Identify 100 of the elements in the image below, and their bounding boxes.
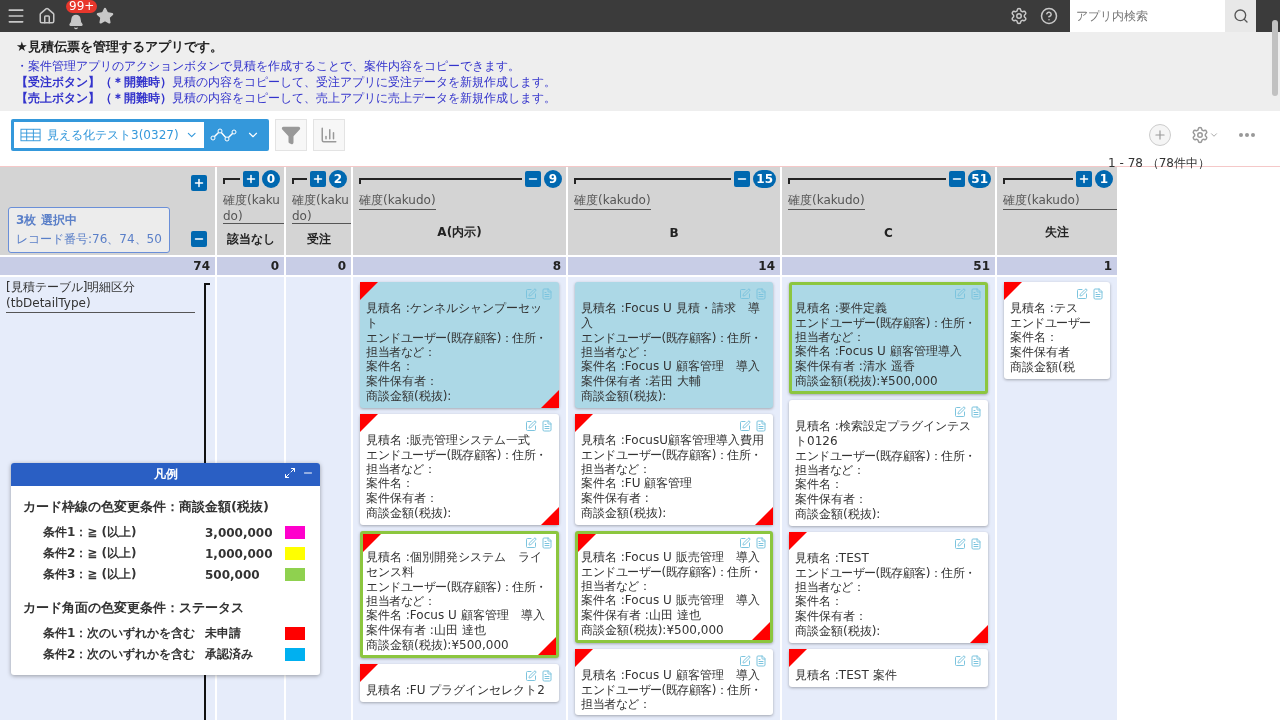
legend-condition: 条件2：≧ (以上) (43, 545, 138, 562)
settings-button[interactable] (1191, 126, 1219, 144)
document-icon[interactable] (755, 537, 767, 549)
record-card[interactable]: 見積名 :テス エンドユーザー 案件名： 案件保有者 商談金額(税 (1004, 282, 1110, 379)
project-field: 案件名： (366, 476, 553, 491)
edit-icon[interactable] (525, 670, 537, 682)
field-label: 確度(kakudo) (1003, 192, 1117, 210)
card-title: 見積名 :TEST 案件 (795, 668, 898, 683)
record-card[interactable]: 見積名 :個別開発システム ライセンス料 エンドユーザー(既存顧客)：住所・担当者など： 案件名 :Focus U 顧客管理 導入 案件保有者 :山田 達也 商談金額(税抜):¥500,000 (360, 531, 559, 658)
owner-field: 案件保有者： (366, 491, 553, 506)
record-card[interactable]: 見積名 :ケンネルシャンプーセット エンドユーザー(既存顧客)：住所・担当者など： 案件名： 案件保有者： 商談金額(税抜): (360, 282, 559, 408)
record-card[interactable]: 見積名 :Focus U 販売管理 導入 エンドユーザー(既存顧客)：住所・担当者など： 案件名 :Focus U 販売管理 導入 案件保有者 :山田 達也 商談金額(税抜):¥500,000 (575, 531, 773, 643)
chart-button[interactable] (313, 119, 345, 151)
project-field: 案件名： (795, 477, 982, 492)
record-card[interactable]: 見積名 :TEST エンドユーザー(既存顧客)：住所・担当者など： 案件名： 案件保有者： 商談金額(税抜): (789, 532, 988, 643)
amount-field: 商談金額(税抜):¥500,000 (581, 623, 767, 638)
document-icon[interactable] (755, 420, 767, 432)
amount-field: 商談金額(税抜): (795, 507, 982, 522)
record-card[interactable]: 見積名 :要件定義 エンドユーザー(既存顧客)：住所・担当者など： 案件名 :Focus U 顧客管理導入 案件保有者 :清水 遥香 商談金額(税抜):¥500,000 (789, 282, 988, 394)
bar-chart-icon (320, 126, 338, 144)
row-label: [見積テーブル]明細区分(tbDetailType) (6, 279, 195, 313)
plus-icon (312, 173, 324, 185)
edit-icon[interactable] (739, 288, 751, 300)
project-field: 案件名 :Focus U 顧客管理 導入 (366, 608, 553, 623)
record-card[interactable]: 見積名 :TEST 案件 (789, 649, 988, 687)
home-icon[interactable] (38, 7, 56, 25)
document-icon[interactable] (970, 288, 982, 300)
document-icon[interactable] (541, 670, 553, 682)
search-button[interactable] (1225, 0, 1256, 32)
edit-icon[interactable] (954, 288, 966, 300)
document-icon[interactable] (541, 537, 553, 549)
column-value: B (668, 225, 680, 240)
card-title: 見積名 :FocusU顧客管理導入費用 (581, 433, 765, 448)
count-badge: 1 (1095, 170, 1113, 188)
gear-icon (1191, 126, 1209, 144)
field-label: 確度(kakudo) (359, 192, 436, 210)
edit-icon[interactable] (954, 655, 966, 667)
collapse-button[interactable] (191, 231, 207, 247)
plus-icon (1153, 128, 1167, 142)
selection-box[interactable]: 3枚 選択中 レコード番号:76、74、50 (8, 207, 170, 253)
column-total: 0 (217, 257, 284, 275)
expand-button[interactable] (310, 171, 326, 187)
record-card[interactable]: 見積名 :検索設定プラグインテスト0126 エンドユーザー(既存顧客)：住所・担当者など： 案件名： 案件保有者： 商談金額(税抜): (789, 400, 988, 526)
menu-icon[interactable] (6, 6, 26, 26)
help-icon[interactable] (1040, 7, 1058, 25)
document-icon[interactable] (970, 406, 982, 418)
settings-icon[interactable] (1010, 7, 1028, 25)
edit-icon[interactable] (525, 420, 537, 432)
record-card[interactable]: 見積名 :Focus U 見積・請求 導入 エンドユーザー(既存顧客)：住所・担当者など： 案件名 :Focus U 顧客管理 導入 案件保有者 :若田 大輔 商談金額(税抜): (575, 282, 773, 408)
document-icon[interactable] (1092, 288, 1104, 300)
amount-field: 商談金額(税抜): (581, 506, 767, 521)
legend-heading: カード角面の色変更条件：ステータス (23, 599, 245, 617)
expand-button[interactable] (1076, 171, 1092, 187)
expand-button[interactable] (191, 175, 207, 191)
collapse-button[interactable] (525, 171, 541, 187)
expand-icon[interactable] (284, 467, 296, 479)
document-icon[interactable] (541, 420, 553, 432)
search-field[interactable]: アプリ内検索 (1070, 0, 1225, 32)
legend-value: 未申請 (205, 625, 242, 642)
add-button[interactable] (1149, 124, 1171, 146)
document-icon[interactable] (970, 538, 982, 550)
record-card[interactable]: 見積名 :販売管理システム一式 エンドユーザー(既存顧客)：住所・担当者など： 案件名： 案件保有者： 商談金額(税抜): (360, 414, 559, 525)
filter-button[interactable] (275, 119, 307, 151)
bell-icon[interactable] (68, 14, 84, 30)
owner-field: 案件保有者 :若田 大輔 (581, 374, 767, 389)
record-card[interactable]: 見積名 :FU プラグインセレクト2 (360, 664, 559, 702)
legend-condition: 条件3：≧ (以上) (43, 566, 138, 583)
edit-icon[interactable] (1076, 288, 1088, 300)
document-icon[interactable] (755, 655, 767, 667)
edit-icon[interactable] (525, 288, 537, 300)
field-label: 確度(kakudo) (292, 192, 351, 224)
edit-icon[interactable] (739, 655, 751, 667)
star-icon[interactable] (96, 7, 114, 25)
legend-value: 3,000,000 (205, 525, 274, 540)
edit-icon[interactable] (525, 537, 537, 549)
owner-field: 案件保有者： (795, 609, 982, 624)
document-icon[interactable] (755, 288, 767, 300)
document-icon[interactable] (541, 288, 553, 300)
count-badge: 9 (544, 170, 562, 188)
field-label: 確度(kakudo) (788, 192, 865, 210)
table-icon (20, 128, 42, 142)
expand-button[interactable] (243, 171, 259, 187)
document-icon[interactable] (970, 655, 982, 667)
search-icon (1232, 8, 1249, 24)
selected-records: レコード番号:76、74、50 (16, 231, 162, 248)
card-title: 見積名 :個別開発システム ライセンス料 (366, 550, 543, 580)
owner-field: 案件保有者 :山田 達也 (581, 608, 767, 623)
edit-icon[interactable] (954, 538, 966, 550)
edit-icon[interactable] (739, 537, 751, 549)
collapse-button[interactable] (734, 171, 751, 187)
edit-icon[interactable] (739, 420, 751, 432)
record-card[interactable]: 見積名 :Focus U 顧客管理 導入 エンドユーザー(既存顧客)：住所・担当者など： (575, 649, 773, 715)
column-value: 受注 (305, 231, 332, 248)
scrollbar[interactable] (1272, 20, 1278, 96)
column-total: 14 (568, 257, 780, 275)
column-total: 0 (286, 257, 351, 275)
edit-icon[interactable] (954, 406, 966, 418)
more-button[interactable] (1239, 133, 1255, 137)
filter-icon (281, 125, 301, 145)
record-card[interactable]: 見積名 :FocusU顧客管理導入費用 エンドユーザー(既存顧客)：住所・担当者など： 案件名 :FU 顧客管理 案件保有者 : 商談金額(税抜): (575, 414, 773, 525)
